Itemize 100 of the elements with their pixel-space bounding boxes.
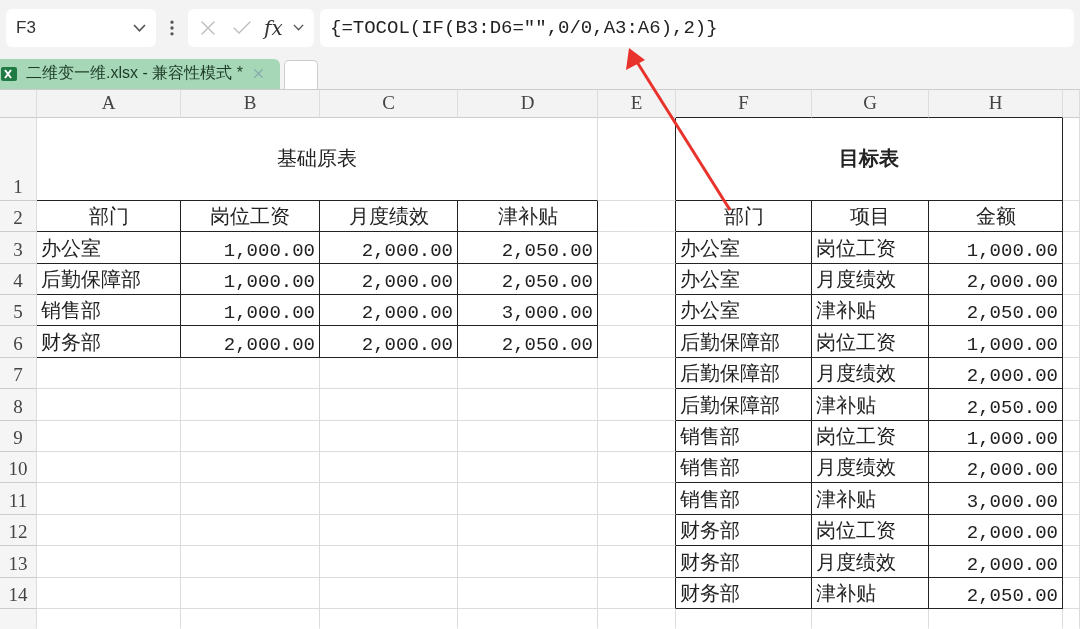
empty-cell[interactable] — [598, 546, 676, 578]
column-heading: 津补贴 — [458, 200, 598, 233]
column-heading: 月度绩效 — [320, 200, 458, 233]
table-cell: 3,000.00 — [458, 295, 598, 327]
file-tab[interactable]: 二维变一维.xlsx - 兼容性模式 * — [0, 58, 280, 89]
column-heading: 项目 — [812, 200, 929, 233]
table-cell: 月度绩效 — [812, 263, 929, 296]
table-cell: 岗位工资 — [812, 326, 929, 358]
table-cell: 2,050.00 — [458, 326, 598, 358]
row-number[interactable]: 7 — [0, 357, 37, 390]
table-cell: 月度绩效 — [812, 452, 929, 484]
column-header[interactable]: G — [812, 89, 929, 118]
row-number[interactable]: 13 — [0, 546, 37, 578]
empty-cell[interactable] — [598, 326, 676, 358]
table-cell: 2,000.00 — [181, 326, 320, 358]
column-heading: 金额 — [929, 200, 1063, 233]
table-cell: 财务部 — [676, 546, 812, 578]
chevron-down-icon[interactable] — [292, 24, 304, 31]
table-cell: 1,000.00 — [929, 232, 1063, 264]
table-cell: 2,050.00 — [458, 263, 598, 296]
table-cell: 2,000.00 — [320, 263, 458, 296]
row-number[interactable]: 2 — [0, 200, 37, 233]
table-cell: 2,050.00 — [458, 232, 598, 264]
table-cell: 津补贴 — [812, 483, 929, 515]
table-cell: 岗位工资 — [812, 232, 929, 264]
row-number[interactable]: 3 — [0, 232, 37, 264]
formula-field[interactable]: {=TOCOL(IF(B3:D6="",0/0,A3:A6),2)} — [320, 8, 1074, 47]
row-number[interactable]: 6 — [0, 326, 37, 358]
empty-cell[interactable] — [598, 514, 676, 547]
empty-cell[interactable] — [598, 577, 676, 609]
empty-cell[interactable] — [598, 420, 676, 453]
chevron-down-icon[interactable] — [133, 23, 146, 32]
row-number[interactable]: 12 — [0, 514, 37, 547]
empty-cell[interactable] — [598, 295, 676, 327]
empty-cell[interactable] — [598, 357, 676, 390]
table-cell: 销售部 — [676, 452, 812, 484]
column-header[interactable]: B — [181, 89, 320, 118]
table-cell: 财务部 — [676, 514, 812, 547]
row-number[interactable]: 11 — [0, 483, 37, 515]
column-header[interactable]: D — [458, 89, 598, 118]
table-cell: 销售部 — [37, 295, 181, 327]
table-cell: 1,000.00 — [929, 420, 1063, 453]
table-cell: 岗位工资 — [812, 514, 929, 547]
column-header[interactable]: F — [676, 89, 812, 118]
table-cell: 津补贴 — [812, 389, 929, 421]
table-cell: 2,000.00 — [320, 326, 458, 358]
column-header[interactable]: A — [37, 89, 181, 118]
table-cell: 后勤保障部 — [676, 389, 812, 421]
table-cell: 2,000.00 — [929, 357, 1063, 390]
table-cell: 2,000.00 — [320, 232, 458, 264]
row-number[interactable]: 1 — [0, 117, 37, 201]
table-cell: 津补贴 — [812, 295, 929, 327]
table-cell: 后勤保障部 — [37, 263, 181, 296]
row-number[interactable]: 4 — [0, 263, 37, 296]
table-cell: 1,000.00 — [181, 232, 320, 264]
select-all-corner[interactable] — [0, 89, 37, 118]
spreadsheet-icon — [0, 64, 18, 83]
table-cell: 2,000.00 — [320, 295, 458, 327]
table-cell: 财务部 — [676, 577, 812, 609]
table-cell: 销售部 — [676, 420, 812, 453]
column-heading: 部门 — [676, 200, 812, 233]
table-cell: 办公室 — [676, 232, 812, 264]
table-cell: 岗位工资 — [812, 420, 929, 453]
empty-cell[interactable] — [598, 200, 676, 233]
table-cell: 销售部 — [676, 483, 812, 515]
table-title: 目标表 — [676, 117, 1063, 201]
table-cell: 月度绩效 — [812, 546, 929, 578]
empty-cell[interactable] — [598, 263, 676, 296]
column-header[interactable]: H — [929, 89, 1063, 118]
column-header-empty[interactable] — [1063, 89, 1080, 118]
row-number[interactable]: 10 — [0, 452, 37, 484]
name-box[interactable]: F3 — [6, 8, 156, 47]
row-number[interactable]: 5 — [0, 295, 37, 327]
empty-cell[interactable] — [598, 483, 676, 515]
row-number[interactable]: 8 — [0, 389, 37, 421]
table-cell: 办公室 — [676, 263, 812, 296]
row-number[interactable]: 9 — [0, 420, 37, 453]
table-cell: 2,000.00 — [929, 514, 1063, 547]
table-cell: 3,000.00 — [929, 483, 1063, 515]
table-cell: 月度绩效 — [812, 357, 929, 390]
empty-cell[interactable] — [598, 232, 676, 264]
empty-cell[interactable] — [598, 452, 676, 484]
table-cell: 1,000.00 — [181, 295, 320, 327]
row-header-cell[interactable] — [0, 609, 37, 629]
column-header[interactable]: C — [320, 89, 458, 118]
table-cell: 后勤保障部 — [676, 357, 812, 390]
table-cell: 1,000.00 — [929, 326, 1063, 358]
table-cell: 2,000.00 — [929, 452, 1063, 484]
table-cell: 1,000.00 — [181, 263, 320, 296]
table-cell: 2,050.00 — [929, 295, 1063, 327]
new-tab-button[interactable] — [283, 59, 318, 89]
table-cell: 2,050.00 — [929, 577, 1063, 609]
table-cell: 津补贴 — [812, 577, 929, 609]
row-number[interactable]: 14 — [0, 577, 37, 609]
empty-cell[interactable] — [598, 389, 676, 421]
column-heading: 岗位工资 — [181, 200, 320, 233]
table-cell: 财务部 — [37, 326, 181, 358]
table-cell: 2,050.00 — [929, 389, 1063, 421]
table-title: 基础原表 — [37, 117, 598, 201]
insert-function-button[interactable]: fx — [264, 15, 283, 40]
